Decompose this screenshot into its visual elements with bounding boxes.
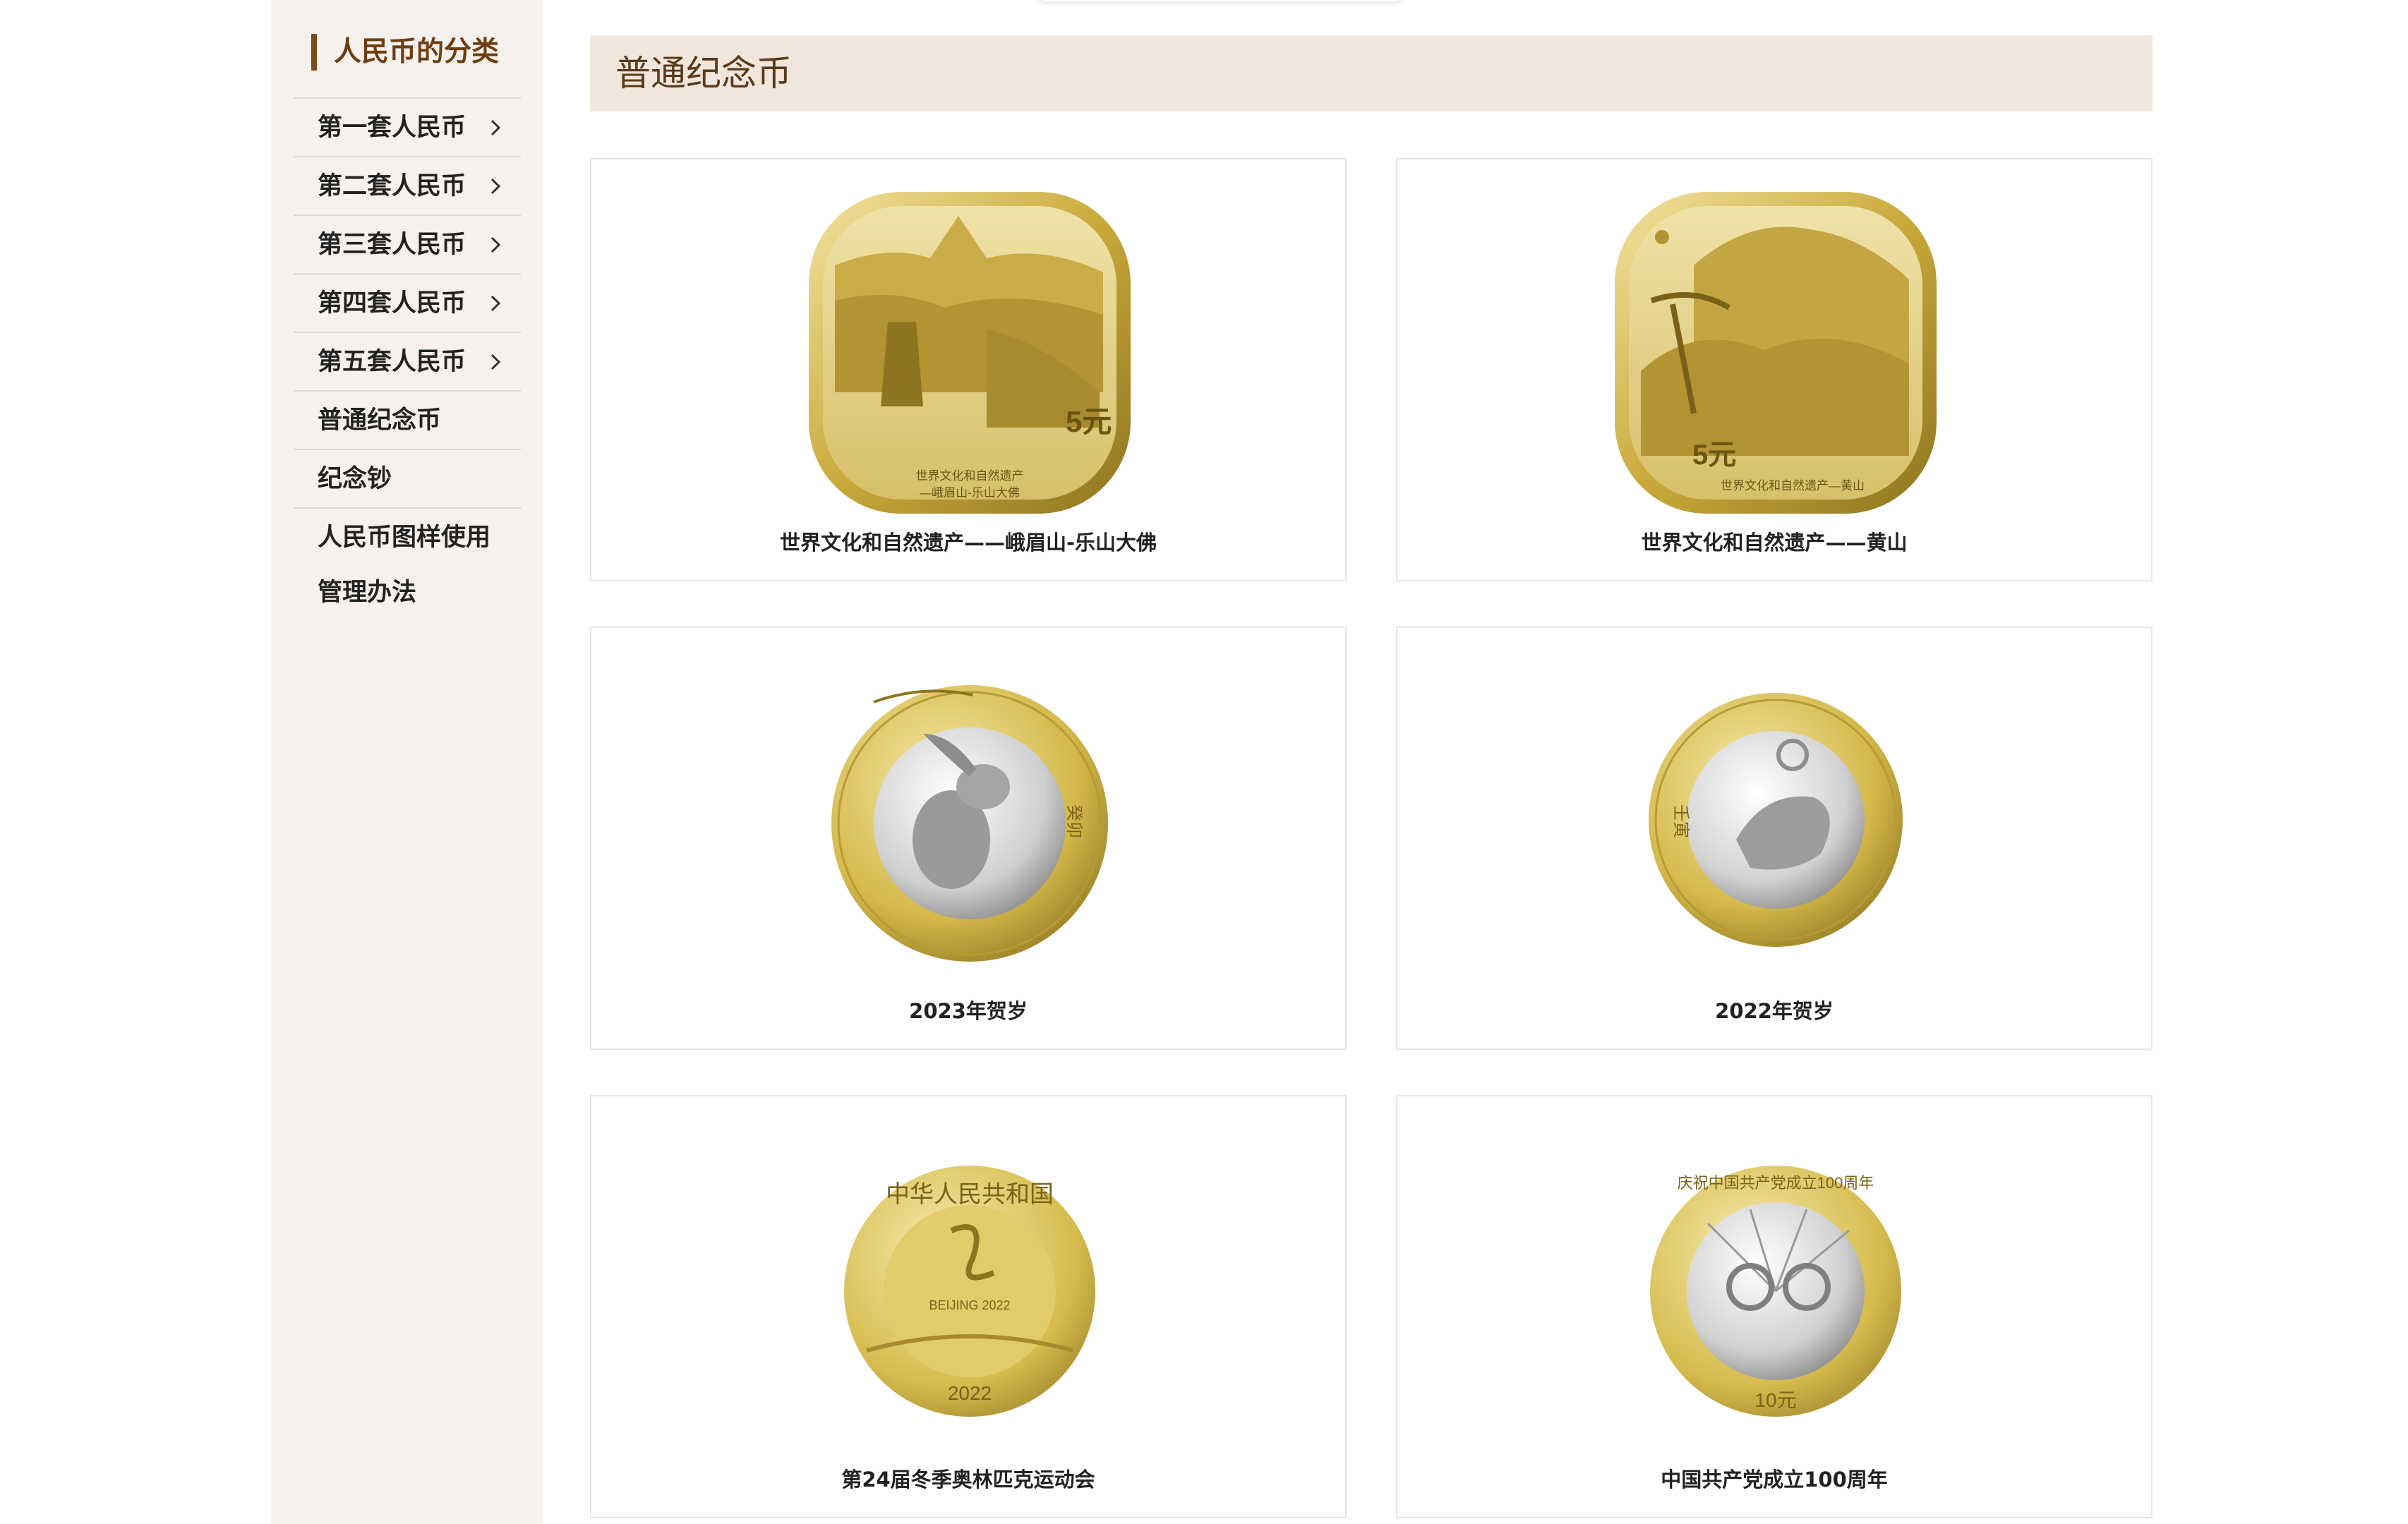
chevron-right-icon [490, 178, 501, 195]
coin-rim-text: 中华人民共和国 [886, 1181, 1054, 1208]
sidebar-item-set-2[interactable]: 第二套人民币 [294, 157, 521, 215]
chevron-right-icon [490, 295, 501, 312]
huangshan-coin-image: 5元 世界文化和自然遗产—黄山 [1615, 192, 1937, 514]
coin-caption: 2023年贺岁 [909, 999, 1028, 1023]
cpc-100th-coin-image: 庆祝中国共产党成立100周年 10元 [1650, 1166, 1901, 1417]
emei-leshan-coin-image: 5元 世界文化和自然遗产 —峨眉山-乐山大佛 [809, 192, 1131, 514]
coin-card-emei-leshan[interactable]: 5元 世界文化和自然遗产 —峨眉山-乐山大佛 世界文化和自然遗产——峨眉山-乐山… [590, 158, 1347, 581]
coin-year: 2022 [948, 1382, 992, 1404]
tiger-coin-image: 壬寅 [1649, 693, 1903, 947]
rabbit-coin-image: 癸卯 [831, 685, 1108, 962]
sidebar-item-set-4[interactable]: 第四套人民币 [294, 274, 521, 332]
coin-legend-2: —峨眉山-乐山大佛 [920, 486, 1020, 500]
winter-olympics-coin-image: BEIJING 2022 中华人民共和国 2022 [844, 1166, 1095, 1417]
sidebar-item-label: 纪念钞 [318, 465, 392, 493]
sidebar-item-label: 第一套人民币 [318, 114, 466, 142]
coin-side-text: 壬寅 [1671, 804, 1690, 838]
coin-card-beijing-winter-olympics[interactable]: BEIJING 2022 中华人民共和国 2022 第24届冬季奥林匹克运动会 [590, 1095, 1347, 1518]
coin-caption: 2022年贺岁 [1715, 999, 1834, 1023]
sidebar-item-commemorative-coins[interactable]: 普通纪念币 [294, 392, 521, 449]
page-title: 普通纪念币 [615, 53, 792, 94]
coin-denomination: 10元 [1754, 1389, 1796, 1411]
coin-denomination: 5元 [1692, 440, 1736, 471]
sidebar-item-commemorative-notes[interactable]: 纪念钞 [294, 450, 521, 508]
coin-denomination: 5元 [1066, 405, 1112, 438]
coin-caption: 第24届冬季奥林匹克运动会 [841, 1468, 1095, 1492]
sidebar-item-set-3[interactable]: 第三套人民币 [294, 216, 521, 274]
sidebar-item-set-1[interactable]: 第一套人民币 [294, 99, 521, 157]
coin-card-huangshan[interactable]: 5元 世界文化和自然遗产—黄山 世界文化和自然遗产——黄山 [1396, 158, 2153, 581]
coin-side-text: 癸卯 [1064, 804, 1083, 838]
chevron-right-icon [490, 236, 501, 253]
coin-caption: 中国共产党成立100周年 [1661, 1468, 1888, 1492]
chevron-right-icon [490, 353, 501, 370]
sidebar-item-label: 普通纪念币 [318, 406, 442, 435]
coin-logo-text: BEIJING 2022 [929, 1298, 1010, 1312]
coin-card-2023-new-year[interactable]: 癸卯 2023年贺岁 [590, 627, 1347, 1050]
coin-rim-text: 庆祝中国共产党成立100周年 [1678, 1174, 1874, 1192]
chevron-right-icon [490, 119, 501, 136]
sidebar-item-label: 第四套人民币 [318, 289, 466, 318]
sidebar-item-design-usage-rules[interactable]: 人民币图样使用 管理办法 [294, 509, 521, 622]
sidebar-item-label-line2: 管理办法 [318, 579, 417, 607]
sidebar: 人民币的分类 第一套人民币 第二套人民币 第三套人民币 第四套人民币 第五套人民… [271, 0, 543, 1524]
sidebar-item-label: 第五套人民币 [318, 348, 466, 376]
coin-card-2022-new-year[interactable]: 壬寅 2022年贺岁 [1396, 627, 2153, 1050]
coin-legend: 世界文化和自然遗产 [916, 469, 1024, 483]
sidebar-item-set-5[interactable]: 第五套人民币 [294, 333, 521, 391]
coin-caption: 世界文化和自然遗产——峨眉山-乐山大佛 [779, 531, 1157, 555]
sidebar-item-label: 第三套人民币 [318, 231, 466, 259]
coin-caption: 世界文化和自然遗产——黄山 [1641, 531, 1908, 555]
sidebar-item-label-line1: 人民币图样使用 [318, 524, 491, 552]
sidebar-title: 人民币的分类 [311, 34, 499, 71]
section-header: 普通纪念币 [590, 35, 2153, 111]
top-tab-shadow [1037, 0, 1404, 1]
coin-legend: 世界文化和自然遗产—黄山 [1721, 479, 1865, 492]
coin-card-cpc-100th[interactable]: 庆祝中国共产党成立100周年 10元 中国共产党成立100周年 [1396, 1095, 2153, 1518]
sidebar-item-label: 第二套人民币 [318, 172, 466, 200]
